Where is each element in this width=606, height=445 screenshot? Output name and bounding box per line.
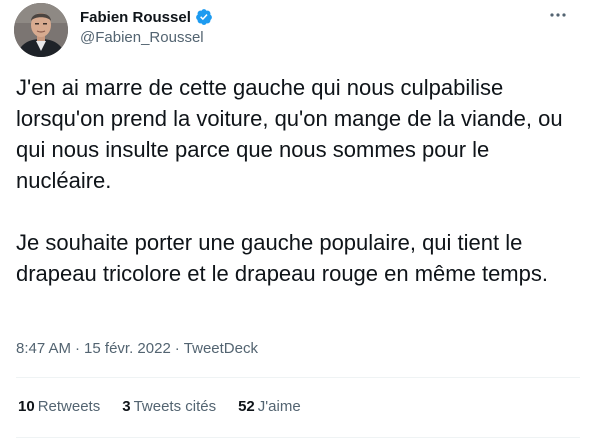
tweet-paragraph: J'en ai marre de cette gauche qui nous c… [16, 75, 563, 193]
likes-stat[interactable]: 52 J'aime [238, 398, 301, 415]
quote-tweets-label: Tweets cités [133, 398, 217, 415]
avatar[interactable] [14, 3, 68, 57]
author-display-name[interactable]: Fabien Roussel [80, 9, 191, 26]
tweet-metadata: 8:47 AM · 15 févr. 2022 · TweetDeck [16, 340, 258, 357]
likes-count: 52 [238, 398, 255, 415]
tweet-paragraph: Je souhaite porter une gauche populaire,… [16, 230, 548, 286]
verified-badge-icon [195, 8, 213, 26]
author-handle[interactable]: @Fabien_Roussel [80, 29, 204, 46]
divider [16, 377, 580, 378]
tweet-time[interactable]: 8:47 AM [16, 340, 71, 357]
quote-tweets-stat[interactable]: 3 Tweets cités [122, 398, 216, 415]
tweet-date[interactable]: 15 févr. 2022 [84, 340, 171, 357]
more-horizontal-icon[interactable] [546, 5, 570, 25]
separator-dot: · [174, 340, 180, 357]
author-name-row: Fabien Roussel [80, 7, 213, 27]
divider [16, 437, 580, 438]
separator-dot: · [75, 340, 81, 357]
retweets-count: 10 [18, 398, 35, 415]
retweets-label: Retweets [37, 398, 101, 415]
tweet: Fabien Roussel @Fabien_Roussel J'en ai m… [0, 0, 606, 445]
quote-tweets-count: 3 [122, 398, 131, 415]
tweet-text: J'en ai marre de cette gauche qui nous c… [16, 72, 586, 289]
engagement-stats: 10 Retweets 3 Tweets cités 52 J'aime [18, 398, 323, 415]
retweets-stat[interactable]: 10 Retweets [18, 398, 100, 415]
tweet-source[interactable]: TweetDeck [184, 340, 258, 357]
likes-label: J'aime [257, 398, 301, 415]
